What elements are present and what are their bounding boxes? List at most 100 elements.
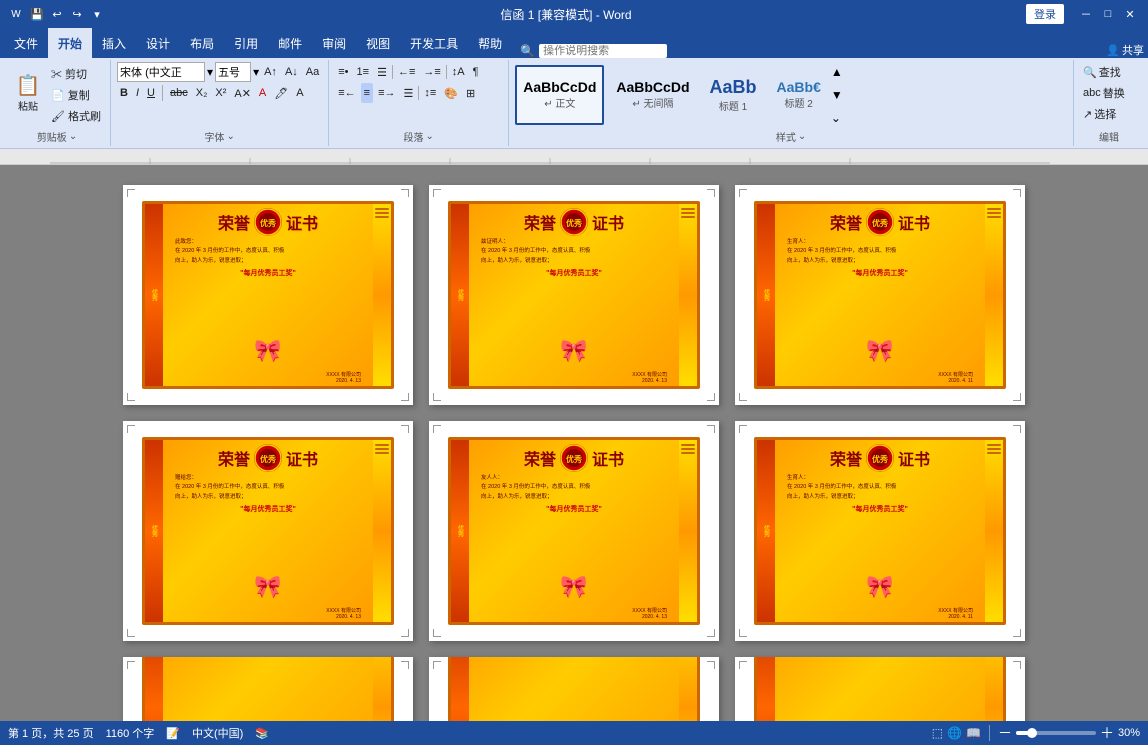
cert-left-strip-2: 优秀: [451, 204, 469, 386]
login-button[interactable]: 登录: [1026, 4, 1064, 24]
align-right-button[interactable]: ≡→: [375, 83, 398, 103]
search-input[interactable]: [543, 45, 663, 57]
document-canvas[interactable]: 优秀 荣誉 优秀: [0, 165, 1148, 721]
font-shrink-button[interactable]: A↓: [282, 62, 301, 82]
change-case-button[interactable]: Aa: [303, 62, 322, 82]
editing-group: 🔍 查找 abc 替换 ↗ 选择 编辑: [1074, 60, 1144, 146]
page-7[interactable]: 荣誉 优秀 证书: [123, 657, 413, 721]
web-view-button[interactable]: 🌐: [947, 726, 962, 740]
page-1[interactable]: 优秀 荣誉 优秀: [123, 185, 413, 405]
paragraph-row2: ≡← ≡ ≡→ ☰ ↕≡ 🎨 ⊞: [335, 83, 481, 103]
clear-format-button[interactable]: A✕: [231, 83, 254, 103]
share-button[interactable]: 👤 共享: [1106, 42, 1144, 58]
cert-header: 荣誉 优秀 证书: [218, 208, 318, 236]
borders-button[interactable]: ⊞: [463, 83, 478, 103]
font-expand-icon[interactable]: ⌄: [226, 131, 234, 142]
style-item-wujian[interactable]: AaBbCcDd ↵ 无间隔: [608, 65, 697, 125]
page-wrapper-1: 优秀 荣誉 优秀: [123, 185, 413, 405]
save-icon[interactable]: 💾: [28, 5, 46, 23]
sort-button[interactable]: ↕A: [449, 62, 468, 82]
close-button[interactable]: ✕: [1120, 4, 1140, 24]
minimize-button[interactable]: －: [1076, 4, 1096, 24]
tab-help[interactable]: 帮助: [468, 28, 512, 58]
styles-expand-button[interactable]: ⌄: [831, 111, 843, 125]
read-mode-button[interactable]: 📖: [966, 726, 981, 740]
decrease-indent-button[interactable]: ←≡: [395, 62, 418, 82]
tab-insert[interactable]: 插入: [92, 28, 136, 58]
shading-button[interactable]: 🎨: [441, 83, 461, 103]
paragraph-expand-icon[interactable]: ⌄: [426, 131, 434, 142]
corner-bl-3: [739, 393, 747, 401]
page-3[interactable]: 优秀 荣誉 优秀: [735, 185, 1025, 405]
show-marks-button[interactable]: ¶: [470, 62, 482, 82]
strikethrough-button[interactable]: abc: [167, 83, 191, 103]
style-item-biaoti1[interactable]: AaBb 标题 1: [702, 65, 765, 125]
cert-body-text: 在 2020 年 3 月份的工作中，态度认真、积极: [167, 247, 369, 256]
tab-design[interactable]: 设计: [136, 28, 180, 58]
align-left-button[interactable]: ≡←: [335, 83, 358, 103]
replace-button[interactable]: abc 替换: [1080, 83, 1128, 103]
zoom-slider[interactable]: [1016, 731, 1096, 735]
redo-icon[interactable]: ↪: [68, 5, 86, 23]
format-painter-button[interactable]: 🖌 格式刷: [48, 106, 104, 126]
font-size-input[interactable]: [215, 62, 251, 82]
font-color-button[interactable]: A: [256, 83, 269, 103]
superscript-button[interactable]: X²: [212, 83, 229, 103]
style-item-zhengwen[interactable]: AaBbCcDd ↵ 正文: [515, 65, 604, 125]
tab-home[interactable]: 开始: [48, 28, 92, 58]
tab-view[interactable]: 视图: [356, 28, 400, 58]
zoom-out-button[interactable]: －: [998, 723, 1012, 743]
customize-icon[interactable]: ▾: [88, 5, 106, 23]
undo-icon[interactable]: ↩: [48, 5, 66, 23]
styles-expand-icon[interactable]: ⌄: [798, 131, 806, 142]
tab-references[interactable]: 引用: [224, 28, 268, 58]
page-5[interactable]: 优秀 荣誉 优秀: [429, 421, 719, 641]
find-button[interactable]: 🔍 查找: [1080, 62, 1124, 82]
tab-developer[interactable]: 开发工具: [400, 28, 468, 58]
text-color-button[interactable]: A: [293, 83, 306, 103]
justify-button[interactable]: ☰: [401, 83, 417, 103]
tab-file[interactable]: 文件: [4, 28, 48, 58]
clipboard-expand-icon[interactable]: ⌄: [69, 131, 77, 142]
font-name-input[interactable]: [117, 62, 205, 82]
style-item-biaoti2[interactable]: AaBb€ 标题 2: [769, 65, 829, 125]
print-layout-view-button[interactable]: ⬚: [932, 726, 943, 740]
underline-button[interactable]: U: [144, 83, 158, 103]
tab-review[interactable]: 审阅: [312, 28, 356, 58]
cert-body-line2-2: 向上，助人为乐，锐意进取；: [473, 257, 675, 266]
page-8[interactable]: 荣誉 优秀 证书: [429, 657, 719, 721]
styles-scroll-down-button[interactable]: ▼: [831, 88, 843, 102]
ribbon-tab-bar: 文件 开始 插入 设计 布局 引用 邮件 审阅 视图 开发工具 帮助 🔍 👤 共…: [0, 28, 1148, 58]
page-9[interactable]: 荣誉 优秀 证书: [735, 657, 1025, 721]
svg-text:优秀: 优秀: [260, 218, 277, 228]
corner-tl-2: [433, 189, 441, 197]
page-2[interactable]: 优秀 荣誉 优秀: [429, 185, 719, 405]
page-wrapper-4: 优秀 荣誉 优秀: [123, 421, 413, 641]
paste-button[interactable]: 📋 粘贴: [10, 67, 46, 123]
corner-bl: [127, 393, 135, 401]
font-name-dropdown-icon[interactable]: ▾: [207, 65, 213, 79]
highlight-button[interactable]: 🖊: [271, 83, 291, 103]
tab-layout[interactable]: 布局: [180, 28, 224, 58]
maximize-button[interactable]: □: [1098, 4, 1118, 24]
select-button[interactable]: ↗ 选择: [1080, 104, 1119, 124]
zoom-in-button[interactable]: ＋: [1100, 723, 1114, 743]
italic-button[interactable]: I: [133, 83, 142, 103]
align-center-button[interactable]: ≡: [361, 83, 373, 103]
subscript-button[interactable]: X₂: [193, 83, 211, 103]
font-size-dropdown-icon[interactable]: ▾: [253, 65, 259, 79]
tab-mailings[interactable]: 邮件: [268, 28, 312, 58]
line-spacing-button[interactable]: ↕≡: [421, 83, 439, 103]
page-6[interactable]: 优秀 荣誉 优秀: [735, 421, 1025, 641]
page-4[interactable]: 优秀 荣誉 优秀: [123, 421, 413, 641]
bold-button[interactable]: B: [117, 83, 131, 103]
styles-scroll-up-button[interactable]: ▲: [831, 65, 843, 79]
increase-indent-button[interactable]: →≡: [420, 62, 443, 82]
font-grow-button[interactable]: A↑: [261, 62, 280, 82]
cut-button[interactable]: ✂ 剪切: [48, 64, 104, 84]
bullets-button[interactable]: ≡•: [335, 62, 351, 82]
numbering-button[interactable]: 1≡: [354, 62, 373, 82]
search-help-icon[interactable]: 🔍: [520, 44, 535, 58]
copy-button[interactable]: 📄 复制: [48, 85, 104, 105]
multilevel-button[interactable]: ☰: [374, 62, 390, 82]
